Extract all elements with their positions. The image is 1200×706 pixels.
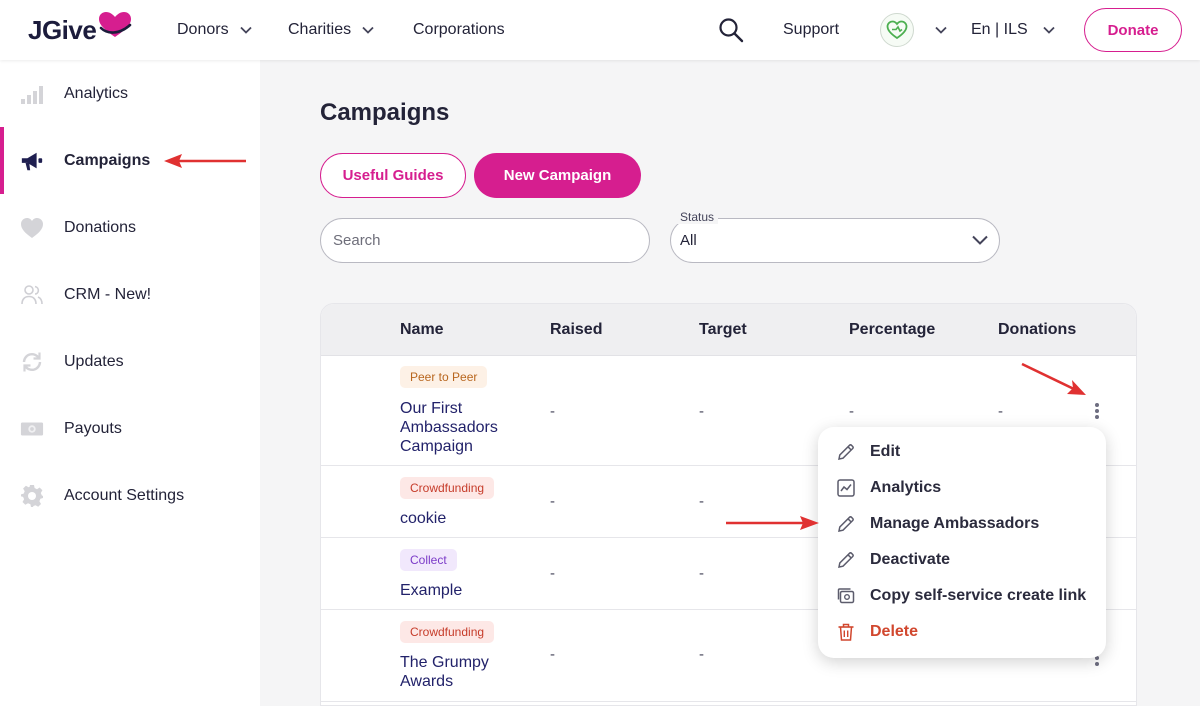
top-navigation-bar: JGive Donors Charities Corporations Supp… [0, 0, 1200, 60]
status-field-label: Status [676, 210, 719, 224]
campaign-name-link[interactable]: Example [400, 581, 520, 600]
page-title: Campaigns [320, 99, 450, 126]
target-value: - [699, 565, 704, 582]
trash-icon [838, 623, 854, 641]
row-actions-kebab-icon[interactable] [1091, 400, 1103, 422]
chevron-down-icon [239, 26, 252, 34]
nav-donors-label: Donors [177, 21, 229, 38]
raised-value: - [550, 403, 555, 420]
raised-value: - [550, 565, 555, 582]
target-value: - [699, 493, 704, 510]
heart-icon [20, 216, 44, 240]
nav-corporations[interactable]: Corporations [413, 0, 505, 60]
chevron-down-icon [935, 26, 947, 34]
sidebar-item-label: Campaigns [64, 151, 151, 169]
table-header: Name Raised Target Percentage Donations [321, 304, 1136, 356]
column-header-name: Name [400, 321, 444, 338]
menu-item-label: Delete [870, 623, 919, 640]
campaign-name-link[interactable]: The Grumpy Awards [400, 653, 520, 691]
copy-link-icon [837, 588, 855, 604]
new-campaign-button[interactable]: New Campaign [474, 153, 641, 198]
nav-charities-label: Charities [288, 21, 352, 38]
organization-heart-icon [886, 20, 908, 40]
support-link[interactable]: Support [783, 0, 839, 60]
pencil-icon [838, 444, 854, 460]
column-header-target: Target [699, 321, 747, 338]
line-chart-icon [837, 479, 855, 497]
language-currency-selector[interactable]: En | ILS [971, 0, 1056, 60]
sidebar-item-campaigns[interactable]: Campaigns [0, 127, 260, 194]
percentage-value: - [849, 403, 854, 420]
sidebar-item-label: CRM - New! [64, 285, 152, 303]
avatar [880, 13, 914, 47]
menu-item-delete[interactable]: Delete [818, 614, 1106, 650]
sidebar-item-label: Updates [64, 352, 124, 370]
bar-chart-icon [20, 82, 44, 106]
campaign-type-badge: Collect [400, 549, 457, 571]
column-header-donations: Donations [998, 321, 1077, 338]
nav-charities[interactable]: Charities [288, 0, 375, 60]
search-input[interactable] [320, 218, 650, 263]
sidebar-item-donations[interactable]: Donations [0, 194, 260, 261]
menu-item-analytics[interactable]: Analytics [818, 470, 1106, 506]
campaign-type-badge: Crowdfunding [400, 621, 495, 643]
refresh-icon [20, 350, 44, 374]
megaphone-icon [20, 149, 44, 173]
pencil-icon [838, 516, 854, 532]
row-actions-menu: Edit Analytics Manage Ambassadors Deacti… [818, 427, 1106, 658]
campaign-type-badge: Peer to Peer [400, 366, 488, 388]
menu-item-label: Manage Ambassadors [870, 515, 1040, 532]
sidebar: Analytics Campaigns Donations CRM - New!… [0, 60, 260, 706]
sidebar-item-label: Donations [64, 218, 137, 236]
sidebar-item-label: Payouts [64, 419, 122, 437]
jgive-logo[interactable]: JGive [28, 11, 133, 46]
campaign-name-link[interactable]: cookie [400, 509, 520, 528]
raised-value: - [550, 493, 555, 510]
status-selected-value: All [680, 232, 697, 249]
menu-item-label: Analytics [870, 479, 942, 496]
campaign-name-link[interactable]: Our First Ambassadors Campaign [400, 399, 520, 456]
sidebar-item-updates[interactable]: Updates [0, 328, 260, 395]
menu-item-copy-self-service-link[interactable]: Copy self-service create link [818, 578, 1106, 614]
nav-corporations-label: Corporations [413, 21, 505, 38]
language-currency-label: En | ILS [971, 21, 1028, 38]
status-select[interactable] [670, 218, 1000, 263]
account-menu[interactable] [880, 13, 948, 47]
gear-icon [20, 484, 44, 508]
column-header-raised: Raised [550, 321, 603, 338]
donations-value: - [998, 403, 1003, 420]
people-icon [20, 283, 44, 307]
menu-item-deactivate[interactable]: Deactivate [818, 542, 1106, 578]
sidebar-item-account-settings[interactable]: Account Settings [0, 462, 260, 529]
target-value: - [699, 403, 704, 420]
sidebar-item-label: Account Settings [64, 486, 185, 504]
raised-value: - [550, 646, 555, 663]
donate-button[interactable]: Donate [1084, 8, 1182, 52]
target-value: - [699, 646, 704, 663]
menu-item-label: Edit [870, 443, 901, 460]
campaign-type-badge: Crowdfunding [400, 477, 495, 499]
sidebar-item-analytics[interactable]: Analytics [0, 60, 260, 127]
chevron-down-icon [972, 235, 988, 245]
search-icon[interactable] [718, 17, 744, 43]
menu-item-manage-ambassadors[interactable]: Manage Ambassadors [818, 506, 1106, 542]
chevron-down-icon [362, 26, 374, 34]
menu-item-label: Copy self-service create link [870, 587, 1087, 604]
sidebar-item-label: Analytics [64, 84, 129, 102]
logo-text: JGive [28, 14, 97, 45]
pencil-icon [838, 552, 854, 568]
logo-heart-icon [97, 11, 133, 44]
sidebar-item-crm[interactable]: CRM - New! [0, 261, 260, 328]
column-header-percentage: Percentage [849, 321, 936, 338]
useful-guides-button[interactable]: Useful Guides [320, 153, 466, 198]
banknote-icon [20, 417, 44, 441]
menu-item-label: Deactivate [870, 551, 951, 568]
menu-item-edit[interactable]: Edit [818, 434, 1106, 470]
sidebar-item-payouts[interactable]: Payouts [0, 395, 260, 462]
nav-donors[interactable]: Donors [177, 0, 253, 60]
chevron-down-icon [1043, 26, 1055, 34]
